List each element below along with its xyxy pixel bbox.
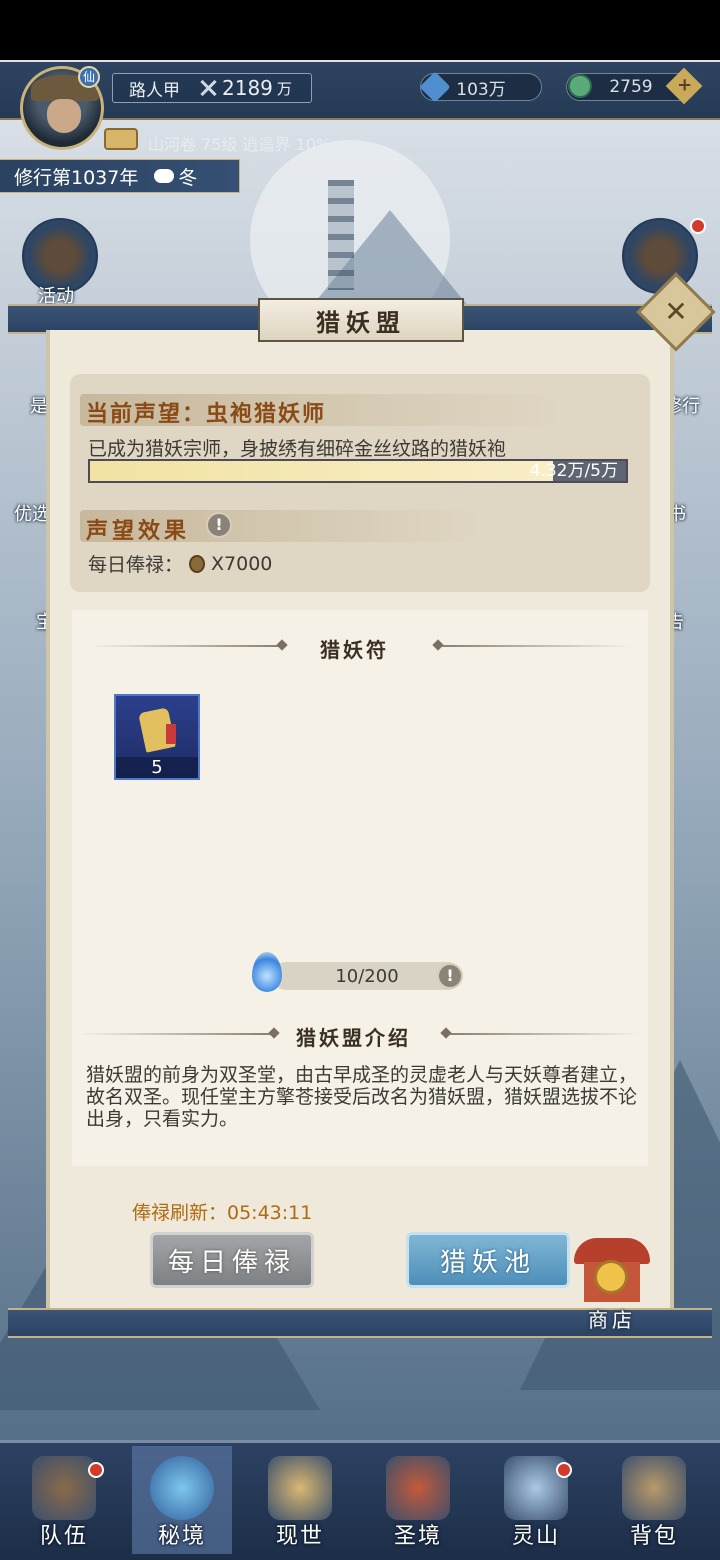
level-info: 山河卷 75级 逍遥界 10% bbox=[148, 135, 332, 154]
daily-salary-label: 每日俸禄： bbox=[88, 554, 184, 576]
daily-salary-value: X7000 bbox=[211, 552, 273, 575]
nav-present-world[interactable]: 现世 bbox=[250, 1446, 350, 1554]
jade-icon bbox=[568, 74, 592, 98]
nav-secret-realm[interactable]: 秘境 bbox=[132, 1446, 232, 1554]
pagoda bbox=[328, 180, 354, 290]
backpack-icon bbox=[622, 1456, 686, 1520]
combat-power-unit: 万 bbox=[276, 79, 292, 98]
nav-team[interactable]: 队伍 bbox=[14, 1446, 114, 1554]
cultivation-year-box[interactable]: 修行第1037年 冬 bbox=[0, 159, 240, 193]
divider bbox=[80, 1033, 270, 1035]
shop-button[interactable] bbox=[570, 1236, 654, 1310]
panel-title: 猎妖盟 bbox=[258, 298, 464, 342]
intro-section-title: 猎妖盟介绍 bbox=[296, 1026, 411, 1050]
left-side-label-2: 优选 bbox=[14, 504, 50, 525]
coin-icon bbox=[189, 554, 206, 573]
scroll-icon[interactable] bbox=[104, 128, 138, 150]
energy-bar: 10/200 bbox=[272, 962, 462, 990]
spirit-gem-amount: 103万 bbox=[456, 79, 506, 100]
reputation-progress-bar: 4.32万/5万 bbox=[88, 459, 628, 483]
nav-label: 圣境 bbox=[393, 1524, 442, 1549]
combat-power-value: 2189 bbox=[222, 76, 273, 100]
season: 冬 bbox=[154, 163, 197, 190]
mountain-notification-dot bbox=[556, 1462, 572, 1478]
hunter-pool-button[interactable]: 猎妖池 bbox=[406, 1232, 570, 1288]
team-icon bbox=[32, 1456, 96, 1520]
talisman-item-slot[interactable]: 5 bbox=[114, 694, 200, 780]
face bbox=[47, 99, 81, 133]
tassel bbox=[166, 724, 176, 744]
nav-label: 背包 bbox=[629, 1524, 678, 1549]
divider bbox=[450, 1033, 640, 1035]
player-name: 路人甲 bbox=[129, 80, 180, 101]
vortex-icon bbox=[150, 1456, 214, 1520]
crossed-swords-icon bbox=[198, 78, 218, 98]
nav-backpack[interactable]: 背包 bbox=[604, 1446, 704, 1554]
cultivation-year: 修行第1037年 bbox=[14, 166, 139, 189]
intro-text: 猎妖盟的前身为双圣堂，由古早成圣的灵虚老人与天妖尊者建立，故名双圣。现任堂主方擎… bbox=[86, 1064, 638, 1130]
talisman-count: 5 bbox=[116, 757, 198, 778]
temple-icon bbox=[386, 1456, 450, 1520]
season-label: 冬 bbox=[178, 166, 198, 189]
reputation-description: 已成为猎妖宗师，身披绣有细碎金丝纹路的猎妖袍 bbox=[88, 438, 507, 460]
nav-spirit-mountain[interactable]: 灵山 bbox=[486, 1446, 586, 1554]
spirit-flame-icon bbox=[252, 952, 282, 992]
jade-amount: 2759 bbox=[609, 77, 653, 97]
status-bar bbox=[0, 0, 720, 60]
plus-icon: + bbox=[677, 74, 693, 96]
nav-label: 现世 bbox=[275, 1524, 324, 1549]
shop-label: 商店 bbox=[588, 1308, 636, 1332]
energy-text: 10/200 bbox=[335, 965, 399, 987]
combat-power: 2189 万 bbox=[198, 76, 292, 100]
reputation-progress-text: 4.32万/5万 bbox=[529, 461, 618, 481]
daily-salary-line: 每日俸禄： X7000 bbox=[88, 550, 272, 577]
task-notification-dot bbox=[690, 218, 706, 234]
scroll-icon bbox=[268, 1456, 332, 1520]
nav-label: 队伍 bbox=[39, 1524, 88, 1549]
nav-label: 秘境 bbox=[157, 1524, 206, 1549]
reputation-title: 当前声望：虫袍猎妖师 bbox=[86, 401, 327, 427]
reputation-effect-title: 声望效果 bbox=[86, 518, 191, 544]
coin-icon bbox=[594, 1260, 628, 1294]
player-info-box[interactable]: 路人甲 2189 万 bbox=[112, 73, 312, 103]
team-notification-dot bbox=[88, 1462, 104, 1478]
vip-badge: 仙 bbox=[78, 66, 100, 88]
talisman-section-title: 猎妖符 bbox=[320, 638, 389, 662]
divider bbox=[442, 645, 632, 647]
reputation-progress-fill bbox=[90, 461, 554, 481]
divider bbox=[90, 645, 280, 647]
daily-salary-button[interactable]: 每日俸禄 bbox=[150, 1232, 314, 1288]
nav-label: 灵山 bbox=[511, 1524, 560, 1549]
salary-refresh-timer: 俸禄刷新：05:43:11 bbox=[132, 1202, 313, 1224]
nav-holy-realm[interactable]: 圣境 bbox=[368, 1446, 468, 1554]
effect-info-icon[interactable]: ! bbox=[206, 512, 232, 538]
close-icon: ✕ bbox=[664, 295, 688, 328]
weather-cloud-icon bbox=[154, 169, 175, 183]
energy-info-icon[interactable]: ! bbox=[437, 963, 463, 989]
